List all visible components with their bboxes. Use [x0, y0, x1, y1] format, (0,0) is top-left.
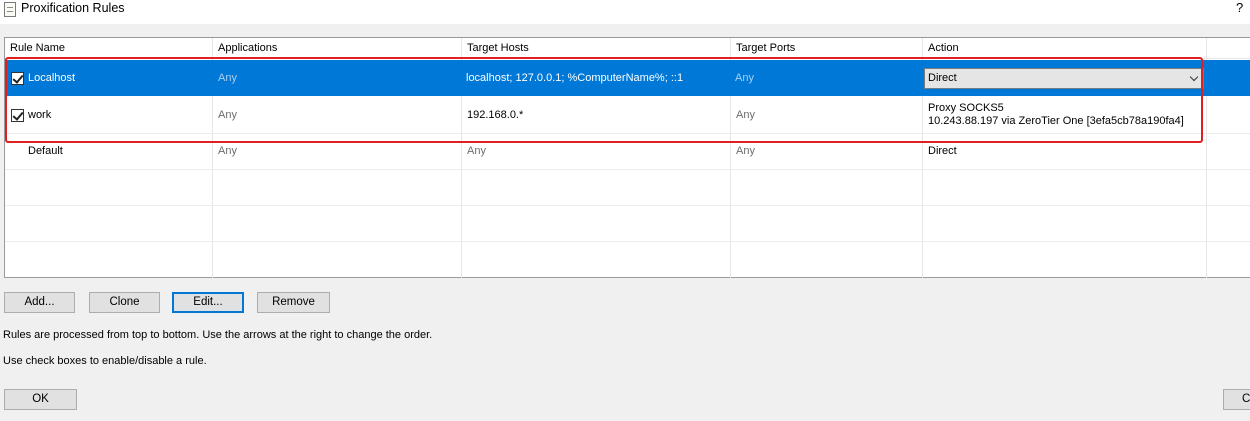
edit-rule-button[interactable]: Edit... — [172, 292, 244, 313]
table-row-default[interactable]: Default Any Any Any Direct — [5, 133, 1250, 169]
rule-name: Localhost — [28, 72, 76, 84]
remove-rule-button[interactable]: Remove — [257, 292, 330, 313]
rule-applications: Any — [218, 72, 237, 84]
ok-button[interactable]: OK — [4, 389, 77, 410]
table-header: Rule Name Applications Target Hosts Targ… — [5, 38, 1250, 59]
chevron-down-icon[interactable] — [1189, 72, 1199, 82]
rule-target-ports: Any — [735, 72, 754, 84]
row-divider — [5, 241, 1250, 242]
help-button[interactable]: ? — [1236, 0, 1243, 15]
column-header-applications[interactable]: Applications — [213, 38, 277, 58]
info-text-order: Rules are processed from top to bottom. … — [3, 329, 433, 341]
column-header-action[interactable]: Action — [923, 38, 959, 58]
rule-target-hosts: 192.168.0.* — [467, 109, 524, 121]
rule-action-type: Proxy SOCKS5 — [928, 102, 1004, 114]
table-row-work[interactable]: work Any 192.168.0.* Any Proxy SOCKS5 10… — [5, 97, 1250, 133]
rule-action: Proxy SOCKS5 10.243.88.197 via ZeroTier … — [923, 97, 1184, 133]
row-divider — [5, 169, 1250, 170]
rule-name: work — [28, 109, 52, 121]
add-rule-button[interactable]: Add... — [4, 292, 75, 313]
action-select[interactable]: Direct — [924, 68, 1204, 89]
rule-action-proxy: 10.243.88.197 via ZeroTier One [3efa5cb7… — [928, 115, 1184, 127]
rule-target-ports: Any — [736, 109, 755, 121]
rule-name: Default — [28, 145, 63, 157]
rule-target-hosts: localhost; 127.0.0.1; %ComputerName%; ::… — [466, 72, 684, 84]
rule-target-ports: Any — [736, 145, 755, 157]
clone-rule-button[interactable]: Clone — [89, 292, 160, 313]
title-bar: Proxification Rules ? — [0, 0, 1250, 24]
row-divider — [5, 205, 1250, 206]
column-header-target-hosts[interactable]: Target Hosts — [462, 38, 529, 58]
cancel-button[interactable]: C — [1223, 389, 1250, 410]
rule-target-hosts: Any — [467, 145, 486, 157]
rules-document-icon — [4, 2, 16, 17]
rule-applications: Any — [218, 145, 237, 157]
window-title: Proxification Rules — [21, 1, 125, 15]
column-header-rule-name[interactable]: Rule Name — [5, 38, 65, 58]
rule-action: Direct — [928, 145, 957, 157]
column-header-target-ports[interactable]: Target Ports — [731, 38, 795, 58]
action-select-value: Direct — [928, 72, 957, 84]
info-text-checkboxes: Use check boxes to enable/disable a rule… — [3, 355, 207, 367]
rule-applications: Any — [218, 109, 237, 121]
